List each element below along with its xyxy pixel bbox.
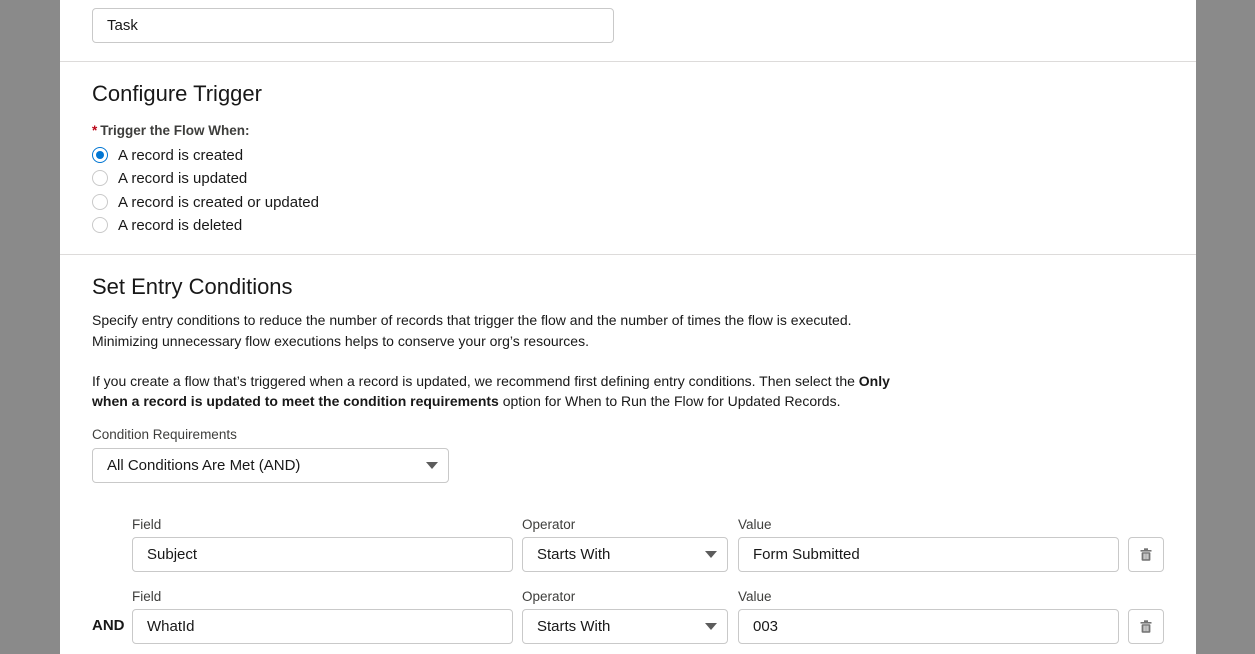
entry-conditions-description-2: Minimizing unnecessary flow executions h… (92, 333, 589, 349)
entry-conditions-note-1: If you create a flow that’s triggered wh… (92, 371, 890, 391)
trash-icon (1140, 548, 1152, 561)
operator-label: Operator (522, 589, 576, 604)
field-input-value: Subject (147, 546, 198, 563)
trigger-option-created-or-updated[interactable]: A record is created or updated (92, 192, 319, 212)
trigger-option-deleted[interactable]: A record is deleted (92, 215, 242, 235)
operator-select-value: Starts With (537, 618, 611, 635)
operator-select-value: Starts With (537, 546, 611, 563)
radio-button[interactable] (92, 194, 108, 210)
field-label: Field (132, 589, 162, 604)
value-label: Value (738, 517, 772, 532)
condition-requirements-select[interactable]: All Conditions Are Met (AND) (92, 448, 449, 483)
chevron-down-icon (426, 462, 438, 469)
delete-condition-button[interactable] (1128, 609, 1164, 644)
trigger-option-label: A record is updated (118, 169, 248, 187)
radio-button[interactable] (92, 170, 108, 186)
note-bold-text: Only (858, 373, 890, 389)
trigger-option-updated[interactable]: A record is updated (92, 168, 247, 188)
configure-trigger-heading: Configure Trigger (92, 81, 262, 106)
entry-conditions-note-2: when a record is updated to meet the con… (92, 391, 840, 411)
operator-label: Operator (522, 517, 576, 532)
note-text: If you create a flow that’s triggered wh… (92, 373, 859, 389)
trigger-option-created[interactable]: A record is created (92, 145, 243, 165)
value-input[interactable]: 003 (738, 609, 1119, 644)
note-bold-text: when a record is updated to meet the con… (92, 393, 499, 409)
note-text: option for When to Run the Flow for Upda… (498, 393, 841, 409)
operator-select[interactable]: Starts With (522, 609, 728, 644)
required-asterisk: * (92, 123, 98, 138)
section-divider (60, 254, 1196, 255)
field-label: Field (132, 517, 162, 532)
entry-conditions-heading: Set Entry Conditions (92, 274, 293, 299)
trigger-option-label: A record is deleted (118, 216, 243, 234)
field-input[interactable]: WhatId (132, 609, 513, 644)
field-input-value: WhatId (147, 618, 195, 635)
radio-button-checked[interactable] (92, 147, 108, 163)
trigger-label-text: Trigger the Flow When: (100, 123, 250, 138)
field-input[interactable]: Subject (132, 537, 513, 572)
condition-connector: AND (92, 617, 125, 634)
delete-condition-button[interactable] (1128, 537, 1164, 572)
value-input[interactable]: Form Submitted (738, 537, 1119, 572)
trigger-label: * Trigger the Flow When: (92, 123, 250, 138)
section-divider (60, 61, 1196, 62)
object-input-value: Task (107, 17, 138, 34)
trash-icon (1140, 620, 1152, 633)
value-input-value: Form Submitted (753, 546, 860, 563)
trigger-option-label: A record is created or updated (118, 193, 319, 211)
chevron-down-icon (705, 551, 717, 558)
radio-button[interactable] (92, 217, 108, 233)
operator-select[interactable]: Starts With (522, 537, 728, 572)
trigger-option-label: A record is created (118, 146, 244, 164)
value-input-value: 003 (753, 618, 779, 635)
condition-requirements-value: All Conditions Are Met (AND) (107, 457, 301, 474)
object-input[interactable]: Task (92, 8, 614, 43)
new-flow-modal: Task Configure Trigger * Trigger the Flow… (60, 0, 1196, 654)
value-label: Value (738, 589, 772, 604)
chevron-down-icon (705, 623, 717, 630)
entry-conditions-description-1: Specify entry conditions to reduce the n… (92, 312, 852, 328)
condition-requirements-label: Condition Requirements (92, 427, 237, 442)
